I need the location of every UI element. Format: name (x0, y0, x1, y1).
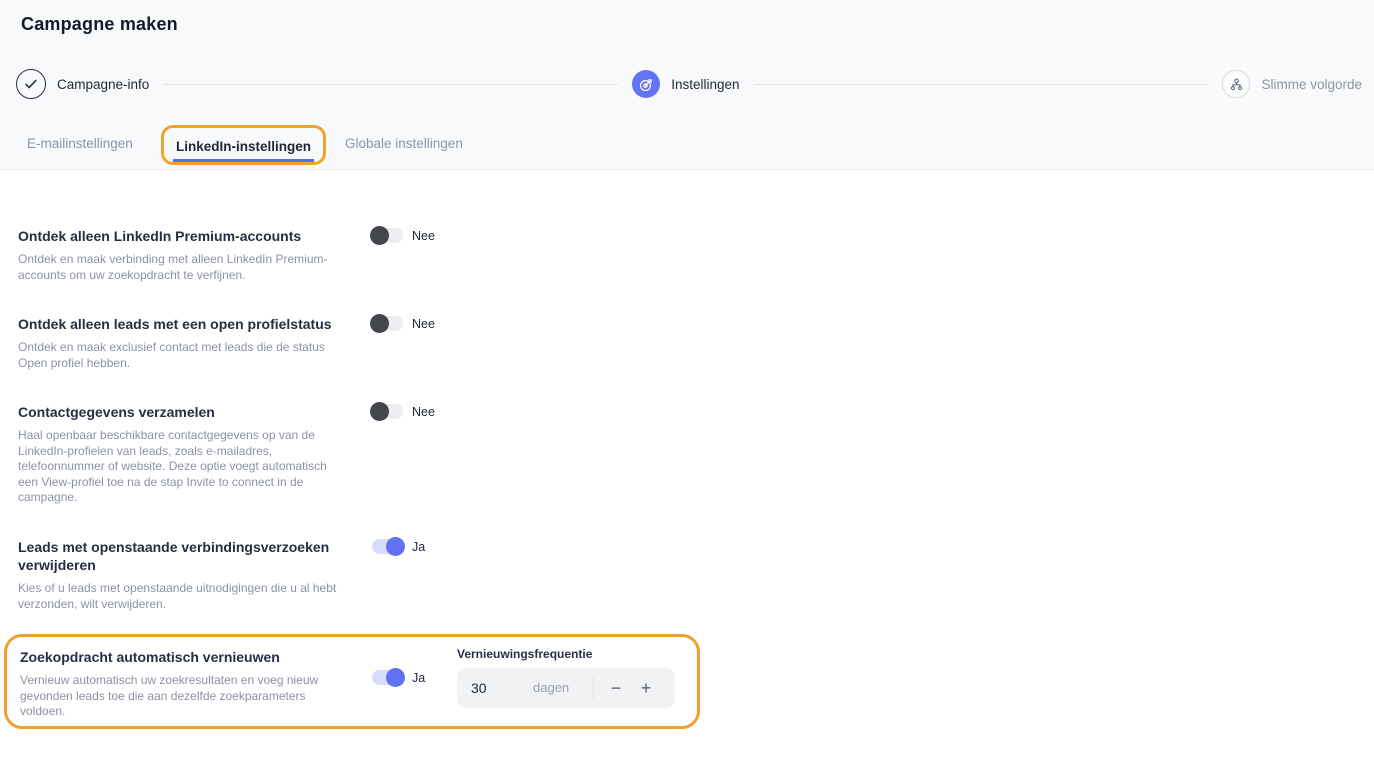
contact-info-toggle[interactable] (372, 404, 403, 419)
toggle-group: Ja (372, 539, 425, 554)
tab-linkedin-instellingen[interactable]: LinkedIn-instellingen (173, 130, 314, 162)
setting-row-premium-accounts: Ontdek alleen LinkedIn Premium-accounts … (18, 227, 1374, 283)
step-label: Instellingen (671, 77, 739, 92)
highlight-annotation-tab: LinkedIn-instellingen (161, 125, 326, 165)
highlight-annotation-auto-refresh: Zoekopdracht automatisch vernieuwen Vern… (4, 634, 700, 729)
target-icon (632, 70, 660, 98)
setting-row-pending-invites: Leads met openstaande verbindingsverzoek… (18, 538, 1374, 612)
setting-title: Zoekopdracht automatisch vernieuwen (20, 648, 365, 666)
increment-button[interactable]: + (633, 676, 659, 700)
setting-description: Vernieuw automatisch uw zoekresultaten e… (20, 673, 350, 720)
setting-title: Contactgegevens verzamelen (18, 403, 363, 421)
setting-row-contact-info: Contactgegevens verzamelen Haal openbaar… (18, 403, 1374, 506)
auto-refresh-toggle[interactable] (372, 670, 403, 685)
refresh-frequency-unit: dagen (533, 680, 569, 695)
refresh-frequency-group: Vernieuwingsfrequentie dagen − + (457, 647, 675, 708)
pending-invites-toggle[interactable] (372, 539, 403, 554)
step-instellingen[interactable]: Instellingen (632, 70, 739, 98)
field-divider (593, 676, 594, 700)
toggle-group: Nee (372, 316, 435, 331)
toggle-group: Nee (372, 404, 435, 419)
setting-row-open-profile: Ontdek alleen leads met een open profiel… (18, 315, 1374, 371)
stepper-connector (163, 84, 618, 85)
check-circle-icon (16, 69, 46, 99)
step-slimme-volgorde[interactable]: Slimme volgorde (1222, 70, 1362, 98)
open-profile-toggle[interactable] (372, 316, 403, 331)
toggle-group: Nee (372, 228, 435, 243)
tab-globale-instellingen[interactable]: Globale instellingen (345, 136, 463, 151)
setting-description: Ontdek en maak verbinding met alleen Lin… (18, 252, 348, 283)
toggle-knob (386, 668, 405, 687)
wizard-stepper: Campagne-info Instellingen (16, 68, 1362, 100)
stepper-connector (754, 84, 1209, 85)
premium-accounts-toggle[interactable] (372, 228, 403, 243)
setting-description: Haal openbaar beschikbare contactgegeven… (18, 428, 348, 506)
toggle-knob (370, 314, 389, 333)
setting-title: Ontdek alleen LinkedIn Premium-accounts (18, 227, 363, 245)
toggle-state-label: Nee (412, 229, 435, 243)
decrement-button[interactable]: − (603, 676, 629, 700)
setting-description: Kies of u leads met openstaande uitnodig… (18, 581, 348, 612)
toggle-knob (370, 402, 389, 421)
step-label: Slimme volgorde (1261, 77, 1362, 92)
setting-title: Leads met openstaande verbindingsverzoek… (18, 538, 363, 574)
tab-email-instellingen[interactable]: E-mailinstellingen (27, 136, 133, 151)
toggle-knob (386, 537, 405, 556)
refresh-frequency-label: Vernieuwingsfrequentie (457, 647, 675, 661)
setting-description: Ontdek en maak exclusief contact met lea… (18, 340, 348, 371)
setting-title: Ontdek alleen leads met een open profiel… (18, 315, 363, 333)
toggle-state-label: Nee (412, 405, 435, 419)
step-campagne-info[interactable]: Campagne-info (16, 69, 149, 99)
toggle-state-label: Nee (412, 317, 435, 331)
toggle-state-label: Ja (412, 671, 425, 685)
toggle-group: Ja (372, 670, 425, 685)
step-label: Campagne-info (57, 77, 149, 92)
campaign-settings-screen: Campagne maken Campagne-info Instellinge… (0, 0, 1374, 757)
refresh-frequency-field: dagen − + (457, 668, 675, 708)
setting-row-auto-refresh: Zoekopdracht automatisch vernieuwen Vern… (7, 637, 697, 726)
toggle-knob (370, 226, 389, 245)
hierarchy-icon (1222, 70, 1250, 98)
page-title: Campagne maken (21, 14, 178, 35)
refresh-frequency-input[interactable] (471, 668, 515, 708)
toggle-state-label: Ja (412, 540, 425, 554)
